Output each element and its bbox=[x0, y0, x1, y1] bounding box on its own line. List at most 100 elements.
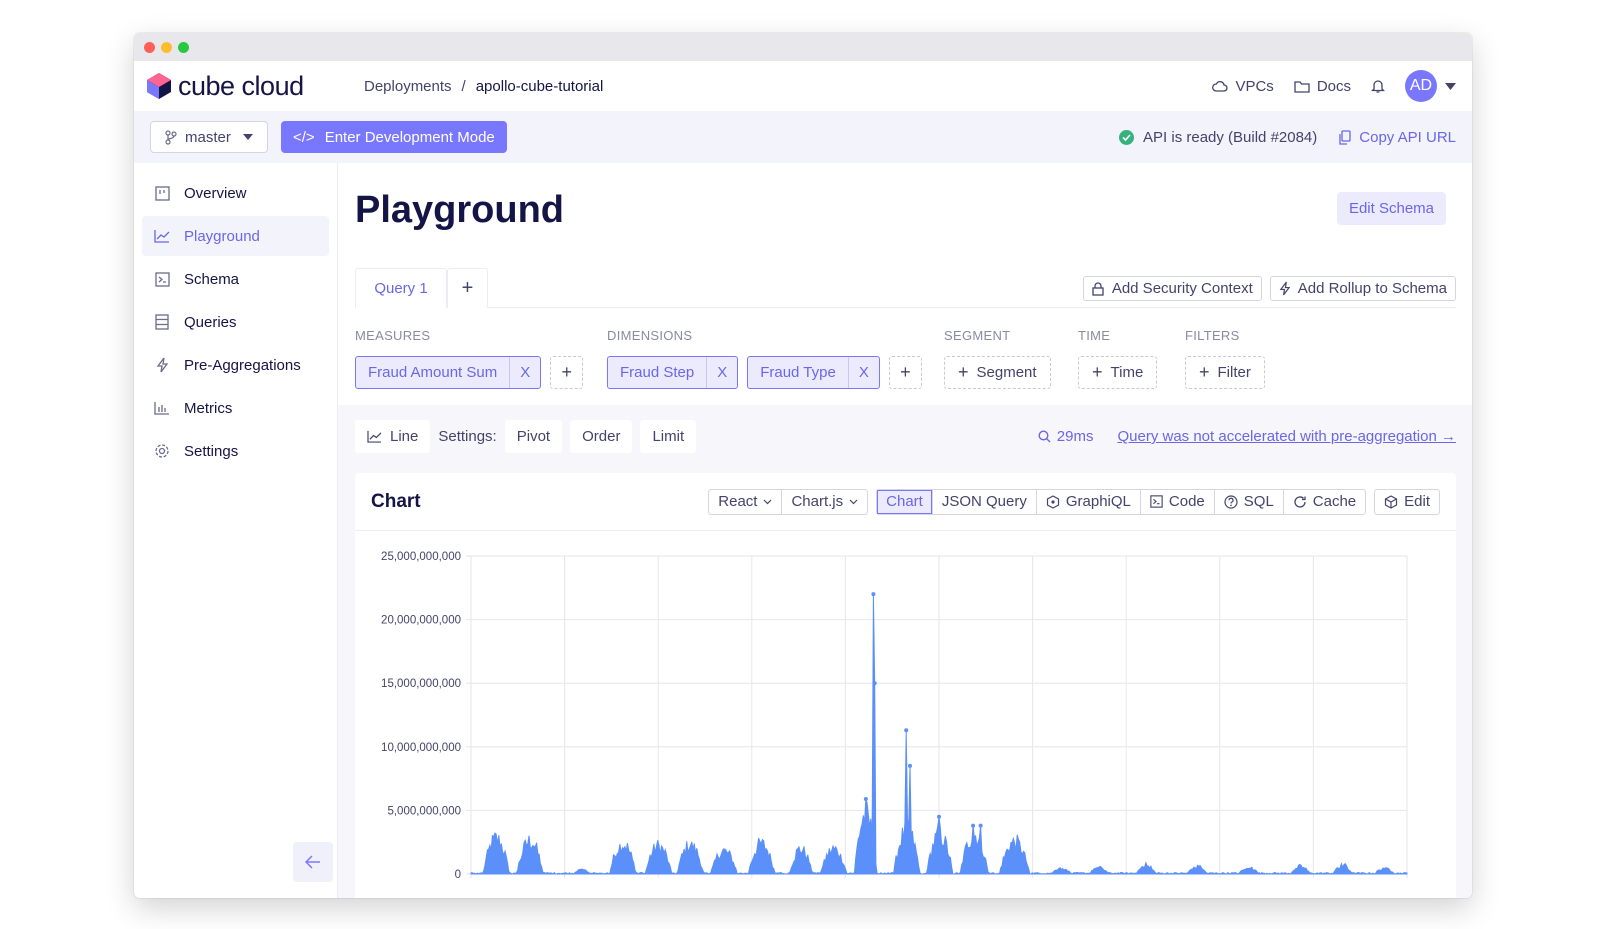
dimension-chip[interactable]: Fraud Type X bbox=[747, 356, 880, 389]
top-navigation: cube cloud Deployments / apollo-cube-tut… bbox=[134, 61, 1472, 111]
sidebar-item-overview[interactable]: Overview bbox=[142, 173, 329, 213]
add-query-tab-button[interactable]: + bbox=[447, 268, 488, 308]
peak-point[interactable] bbox=[872, 681, 877, 686]
copy-icon bbox=[1339, 129, 1351, 145]
copy-api-url-label: Copy API URL bbox=[1359, 128, 1456, 146]
sidebar-item-playground[interactable]: Playground bbox=[142, 216, 329, 256]
framework-select[interactable]: React bbox=[709, 489, 783, 514]
copy-api-url-button[interactable]: Copy API URL bbox=[1339, 129, 1456, 146]
cloud-icon bbox=[1212, 80, 1229, 92]
bell-icon[interactable] bbox=[1371, 78, 1385, 94]
accel-link[interactable]: Query was not accelerated with pre-aggre… bbox=[1117, 428, 1456, 445]
peak-point[interactable] bbox=[971, 823, 976, 828]
chart-type-label: Line bbox=[390, 428, 419, 445]
sidebar-item-queries[interactable]: Queries bbox=[142, 302, 329, 342]
tab-json-query-label: JSON Query bbox=[941, 493, 1027, 510]
sidebar-item-pre-aggregations[interactable]: Pre-Aggregations bbox=[142, 345, 329, 385]
app-window: cube cloud Deployments / apollo-cube-tut… bbox=[134, 33, 1472, 898]
measure-chip[interactable]: Fraud Amount Sum X bbox=[355, 356, 542, 389]
terminal-icon bbox=[1150, 495, 1163, 508]
add-segment-button[interactable]: + Segment bbox=[944, 356, 1051, 389]
remove-dimension-icon[interactable]: X bbox=[707, 357, 737, 388]
segment-group: SEGMENT + Segment bbox=[944, 308, 1051, 389]
tab-chart[interactable]: Chart bbox=[877, 489, 933, 514]
dimensions-group: DIMENSIONS Fraud Step X Fraud Type X + bbox=[607, 308, 922, 389]
time-label: TIME bbox=[1078, 328, 1111, 343]
tab-json-query[interactable]: JSON Query bbox=[933, 489, 1037, 514]
sidebar-item-metrics[interactable]: Metrics bbox=[142, 388, 329, 428]
sidebar-item-schema[interactable]: Schema bbox=[142, 259, 329, 299]
tab-cache[interactable]: Cache bbox=[1284, 490, 1365, 514]
branch-selector[interactable]: master bbox=[150, 121, 268, 153]
tab-query-1[interactable]: Query 1 bbox=[355, 268, 447, 308]
sidebar-item-label: Settings bbox=[184, 442, 239, 460]
add-filter-button[interactable]: + Filter bbox=[1185, 356, 1265, 389]
edit-schema-button[interactable]: Edit Schema bbox=[1336, 192, 1446, 225]
remove-measure-icon[interactable]: X bbox=[510, 357, 540, 388]
breadcrumb-deployments[interactable]: Deployments bbox=[364, 78, 452, 95]
order-button[interactable]: Order bbox=[570, 420, 633, 453]
sidebar-item-label: Schema bbox=[184, 270, 240, 288]
peak-point[interactable] bbox=[907, 763, 912, 768]
sidebar: Overview Playground Schema Queries Pre-A… bbox=[134, 163, 338, 898]
y-tick-label: 5,000,000,000 bbox=[387, 805, 461, 817]
add-rollup-label: Add Rollup to Schema bbox=[1297, 280, 1447, 297]
peak-point[interactable] bbox=[978, 823, 983, 828]
breadcrumb-current: apollo-cube-tutorial bbox=[475, 77, 604, 95]
limit-button[interactable]: Limit bbox=[640, 420, 697, 453]
cube-logo-icon bbox=[147, 73, 171, 99]
sidebar-item-label: Metrics bbox=[184, 399, 233, 417]
list-icon bbox=[154, 314, 170, 330]
search-icon bbox=[1038, 430, 1051, 443]
arrow-left-icon bbox=[305, 855, 320, 869]
close-window-button[interactable] bbox=[144, 42, 155, 53]
library-select[interactable]: Chart.js bbox=[782, 490, 867, 514]
git-branch-icon bbox=[165, 129, 177, 145]
peak-point[interactable] bbox=[863, 796, 868, 801]
query-timing: 29ms bbox=[1038, 428, 1093, 445]
vpcs-link[interactable]: VPCs bbox=[1212, 77, 1274, 95]
vpcs-label: VPCs bbox=[1235, 77, 1274, 95]
plus-icon: + bbox=[958, 362, 969, 382]
api-status: API is ready (Build #2084) bbox=[1119, 129, 1317, 146]
add-rollup-button[interactable]: Add Rollup to Schema bbox=[1269, 276, 1456, 301]
maximize-window-button[interactable] bbox=[178, 42, 189, 53]
sidebar-item-settings[interactable]: Settings bbox=[142, 431, 329, 471]
question-circle-icon bbox=[1224, 494, 1238, 509]
logo-text: cube cloud bbox=[178, 70, 304, 101]
framework-label: React bbox=[718, 493, 758, 510]
overview-icon bbox=[154, 185, 170, 201]
edit-chart-button[interactable]: Edit bbox=[1375, 490, 1439, 514]
chart-type-selector[interactable]: Line bbox=[355, 420, 431, 453]
remove-dimension-icon[interactable]: X bbox=[849, 357, 879, 388]
add-time-button[interactable]: + Time bbox=[1078, 356, 1158, 389]
docs-link[interactable]: Docs bbox=[1294, 78, 1351, 95]
enter-dev-mode-button[interactable]: </> Enter Development Mode bbox=[281, 121, 507, 153]
add-security-context-label: Add Security Context bbox=[1111, 280, 1253, 297]
collapse-sidebar-button[interactable] bbox=[293, 842, 333, 882]
peak-point[interactable] bbox=[937, 814, 941, 819]
add-measure-button[interactable]: + bbox=[550, 356, 584, 389]
peak-point[interactable] bbox=[871, 592, 876, 597]
bolt-icon bbox=[154, 357, 170, 373]
tab-graphiql[interactable]: GraphiQL bbox=[1037, 489, 1141, 514]
tab-code-label: Code bbox=[1168, 493, 1205, 510]
user-menu[interactable]: AD bbox=[1405, 70, 1456, 102]
tab-chart-label: Chart bbox=[886, 493, 923, 510]
bar-chart-icon bbox=[154, 400, 170, 416]
y-tick-label: 0 bbox=[455, 869, 461, 878]
measures-label: MEASURES bbox=[355, 328, 431, 343]
tab-code[interactable]: Code bbox=[1141, 489, 1215, 514]
query-tabs: Query 1 + Add Security Context Add Rollu… bbox=[355, 268, 1456, 308]
api-status-text: API is ready (Build #2084) bbox=[1143, 128, 1318, 146]
chevron-down-icon bbox=[849, 499, 858, 504]
peak-point[interactable] bbox=[904, 728, 909, 733]
add-security-context-button[interactable]: Add Security Context bbox=[1082, 276, 1262, 301]
minimize-window-button[interactable] bbox=[161, 42, 172, 53]
dimension-chip[interactable]: Fraud Step X bbox=[607, 356, 739, 389]
pivot-button[interactable]: Pivot bbox=[504, 420, 563, 453]
tab-sql[interactable]: SQL bbox=[1215, 489, 1284, 514]
add-dimension-button[interactable]: + bbox=[888, 356, 922, 389]
chart-line-icon bbox=[367, 430, 382, 443]
cube-cloud-logo[interactable]: cube cloud bbox=[146, 71, 364, 102]
